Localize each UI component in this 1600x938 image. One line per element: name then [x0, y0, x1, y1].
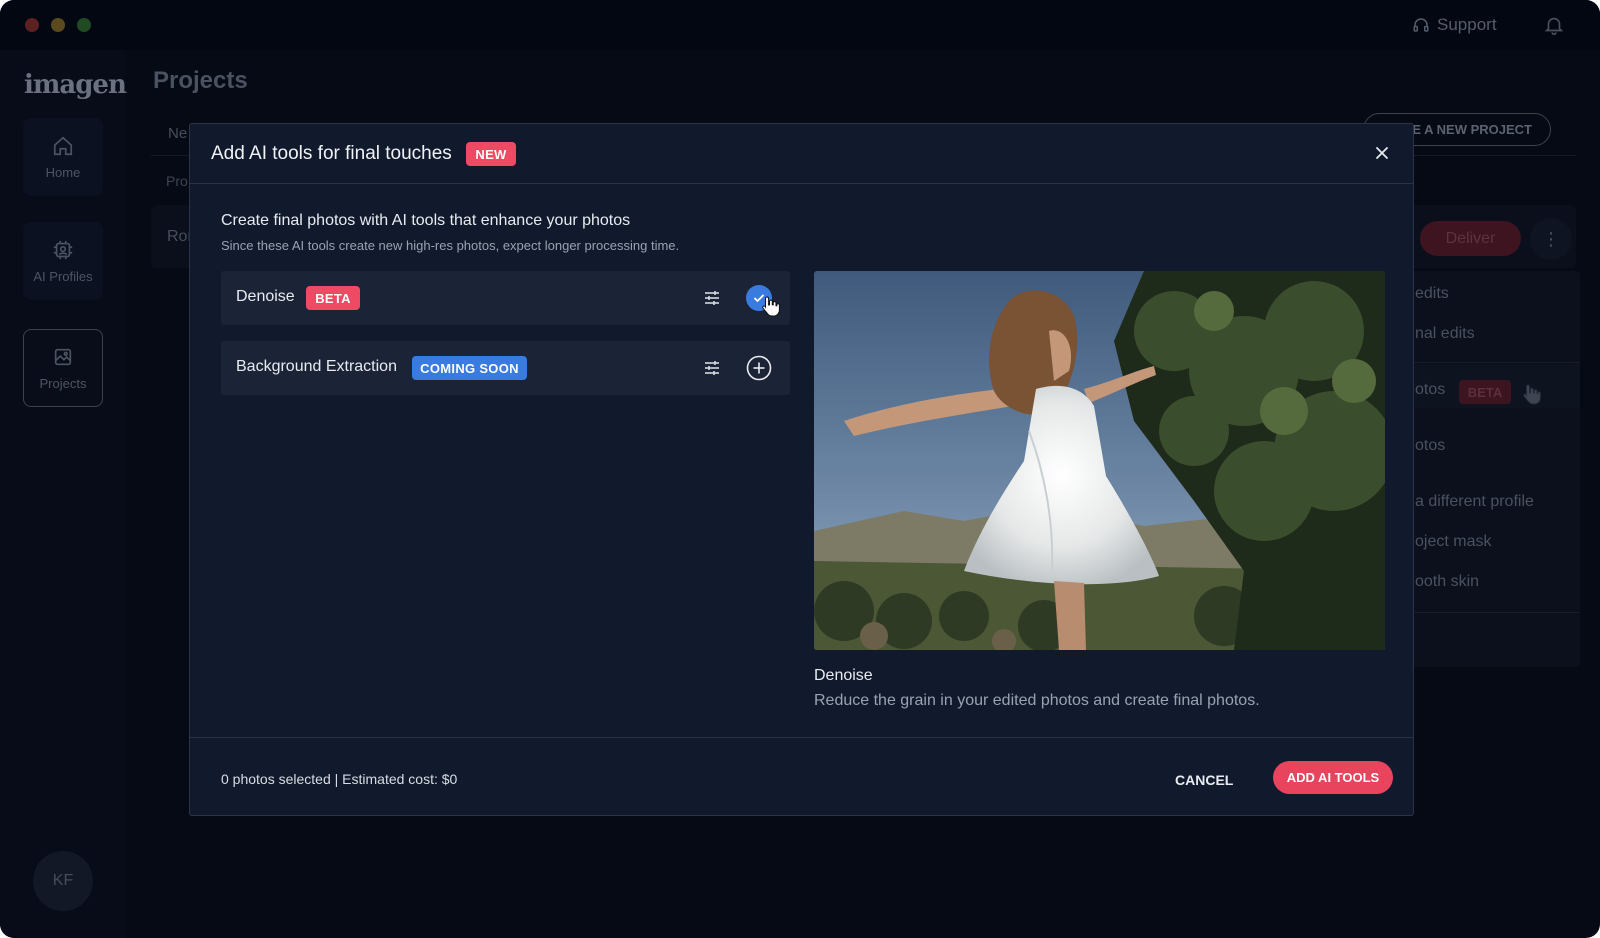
preview-description: Reduce the grain in your edited photos a… — [814, 692, 1260, 709]
sidebar-item-label: AI Profiles — [33, 268, 93, 284]
beta-badge: BETA — [306, 286, 360, 310]
close-window-icon[interactable] — [25, 18, 39, 32]
menu-item[interactable]: a different profile — [1415, 493, 1534, 511]
preview-photo — [814, 271, 1385, 650]
selection-summary: 0 photos selected | Estimated cost: $0 — [221, 771, 458, 787]
projects-icon — [54, 348, 72, 365]
sidebar: imagen Home AI Profiles Projects KF — [0, 50, 127, 938]
title-bar: Support — [0, 0, 1600, 50]
tool-row-background-extraction[interactable]: Background Extraction COMING SOON — [221, 341, 790, 395]
sidebar-item-label: Projects — [39, 375, 87, 391]
app-logo: imagen — [24, 70, 127, 100]
sliders-icon[interactable] — [702, 288, 722, 308]
menu-divider — [1393, 612, 1580, 613]
add-circle-icon[interactable] — [746, 355, 772, 381]
deliver-button[interactable]: Deliver — [1420, 221, 1521, 256]
menu-item[interactable]: ooth skin — [1415, 573, 1479, 591]
add-ai-tools-dialog: Add AI tools for final touches NEW Creat… — [189, 123, 1414, 816]
app-window: Support imagen Home AI Profiles Projects… — [0, 0, 1600, 938]
close-icon — [1376, 147, 1388, 159]
hand-cursor-icon — [1523, 384, 1541, 405]
menu-item[interactable]: edits — [1415, 285, 1449, 303]
hand-cursor-icon — [762, 296, 780, 317]
tool-preview-image — [814, 271, 1385, 650]
menu-item[interactable]: otos — [1415, 381, 1445, 399]
menu-divider — [1393, 362, 1580, 363]
sidebar-item-projects[interactable]: Projects — [23, 329, 103, 407]
preview-title: Denoise — [814, 667, 873, 684]
list-subheader: Pro — [166, 173, 188, 189]
dialog-title: Add AI tools for final touches — [211, 143, 452, 164]
sidebar-item-ai-profiles[interactable]: AI Profiles — [23, 222, 103, 300]
dialog-intro-subtitle: Since these AI tools create new high-res… — [221, 238, 680, 253]
menu-item[interactable]: nal edits — [1415, 325, 1475, 343]
home-icon — [53, 136, 73, 155]
menu-beta-badge: BETA — [1459, 380, 1511, 404]
sliders-icon[interactable] — [702, 358, 722, 378]
coming-soon-badge: COMING SOON — [412, 356, 527, 380]
headset-icon — [1413, 18, 1429, 32]
menu-item[interactable]: otos — [1415, 437, 1445, 455]
more-options-icon[interactable]: ⋮ — [1530, 218, 1572, 260]
cancel-button[interactable]: CANCEL — [1175, 765, 1233, 795]
support-link[interactable]: Support — [1412, 14, 1497, 36]
sidebar-item-home[interactable]: Home — [23, 118, 103, 196]
close-dialog-button[interactable] — [1370, 141, 1394, 165]
dialog-footer: 0 photos selected | Estimated cost: $0 C… — [190, 737, 1413, 817]
add-ai-tools-button[interactable]: ADD AI TOOLS — [1273, 761, 1393, 794]
minimize-window-icon[interactable] — [51, 18, 65, 32]
tool-row-denoise[interactable]: Denoise BETA — [221, 271, 790, 325]
dialog-intro-title: Create final photos with AI tools that e… — [221, 212, 631, 229]
ai-profile-icon — [53, 240, 73, 259]
tab-new[interactable]: Ne — [168, 125, 187, 142]
dialog-header: Add AI tools for final touches NEW — [190, 124, 1413, 184]
tool-name: Background Extraction — [236, 358, 397, 375]
avatar[interactable]: KF — [33, 851, 93, 911]
tool-name: Denoise — [236, 288, 295, 305]
new-badge: NEW — [466, 142, 516, 166]
support-label: Support — [1437, 15, 1497, 34]
sidebar-item-label: Home — [45, 164, 81, 180]
maximize-window-icon[interactable] — [77, 18, 91, 32]
menu-item[interactable]: oject mask — [1415, 533, 1491, 551]
page-title: Projects — [153, 67, 248, 94]
bell-icon[interactable] — [1543, 14, 1565, 36]
